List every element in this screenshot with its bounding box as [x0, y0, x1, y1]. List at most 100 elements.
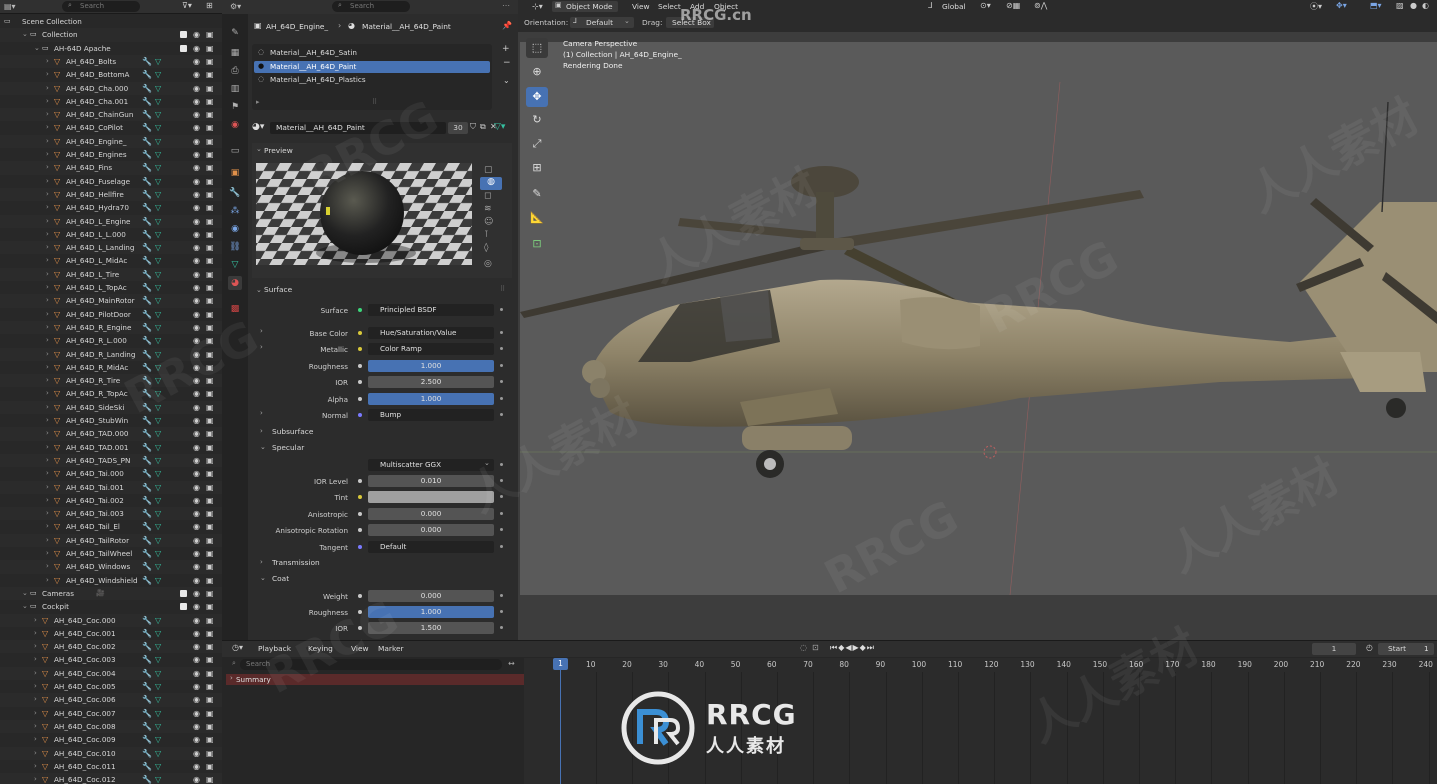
expand-arrow-icon[interactable]: › — [46, 441, 49, 454]
render-icon[interactable]: ▣ — [206, 640, 214, 653]
mesh-data-icon[interactable]: ▽ — [155, 228, 161, 241]
select-tool-icon[interactable]: ⬚ — [526, 38, 548, 58]
expand-arrow-icon[interactable]: › — [46, 228, 49, 241]
mesh-data-icon[interactable]: ▽ — [155, 520, 161, 533]
expand-arrow-icon[interactable]: › — [46, 121, 49, 134]
modifier-icon[interactable]: 🔧 — [142, 507, 152, 520]
menu-view[interactable]: View — [351, 644, 369, 653]
render-icon[interactable]: ▣ — [206, 241, 214, 254]
expand-arrow-icon[interactable]: › — [46, 414, 49, 427]
scene-tab-icon[interactable]: ⚑ — [228, 100, 242, 114]
expand-arrow-icon[interactable]: › — [46, 68, 49, 81]
expand-arrow-icon[interactable]: › — [34, 760, 37, 773]
render-icon[interactable]: ▣ — [206, 494, 214, 507]
render-icon[interactable]: ▣ — [206, 95, 214, 108]
render-icon[interactable]: ▣ — [206, 680, 214, 693]
mesh-data-icon[interactable]: ▽ — [155, 401, 161, 414]
outliner-row[interactable]: › ▽ AH_64D_L_Landing 🔧 ▽ ◉ ▣ — [0, 241, 222, 255]
expand-arrow-icon[interactable]: › — [46, 454, 49, 467]
transform-orientation-icon[interactable]: ⅃ — [928, 1, 932, 10]
outliner-row[interactable]: ⌄ ▭ Collection ◉ ▣ — [0, 28, 222, 42]
visibility-icon[interactable]: ◉ — [193, 387, 200, 400]
mesh-data-icon[interactable]: ▽ — [155, 707, 161, 720]
solid-shading-icon[interactable]: ● — [1410, 1, 1417, 10]
physics-tab-icon[interactable]: ◉ — [228, 222, 242, 236]
metallic-keyframe-icon[interactable] — [500, 347, 503, 350]
outliner-row[interactable]: › ▽ AH_64D_Coc.003 🔧 ▽ ◉ ▣ — [0, 653, 222, 666]
add-cube-tool-icon[interactable]: ⊡ — [526, 234, 548, 254]
modifier-icon[interactable]: 🔧 — [142, 733, 152, 746]
render-icon[interactable]: ▣ — [206, 387, 214, 400]
modifier-icon[interactable]: 🔧 — [142, 175, 152, 188]
visibility-icon[interactable]: ◉ — [193, 414, 200, 427]
mesh-data-icon[interactable]: ▽ — [155, 268, 161, 281]
mesh-data-icon[interactable]: ▽ — [155, 148, 161, 161]
visibility-icon[interactable]: ◉ — [193, 95, 200, 108]
expand-arrow-icon[interactable]: › — [46, 95, 49, 108]
coat-roughness-socket-icon[interactable] — [358, 610, 362, 614]
outliner-row[interactable]: › ▽ AH_64D_Hydra70 🔧 ▽ ◉ ▣ — [0, 201, 222, 214]
constraints-tab-icon[interactable]: ⛓ — [228, 240, 242, 254]
expand-arrow-icon[interactable]: › — [46, 201, 49, 214]
modifier-icon[interactable]: 🔧 — [142, 520, 152, 533]
coat-weight-keyframe-icon[interactable] — [500, 594, 503, 597]
render-icon[interactable]: ▣ — [206, 215, 214, 228]
modifier-icon[interactable]: 🔧 — [142, 441, 152, 454]
outliner-row[interactable]: › ▽ AH_64D_L_MidAc 🔧 ▽ ◉ ▣ — [0, 254, 222, 267]
timeline-search-input[interactable]: Search — [240, 659, 502, 670]
modifier-icon[interactable]: 🔧 — [142, 254, 152, 267]
expand-arrow-icon[interactable]: › — [46, 348, 49, 361]
transform-orientation-value[interactable]: Global — [942, 2, 966, 11]
modifier-icon[interactable]: 🔧 — [142, 747, 152, 760]
render-icon[interactable]: ▣ — [206, 707, 214, 720]
expand-arrow-icon[interactable]: › — [46, 387, 49, 400]
expand-arrow-icon[interactable]: › — [46, 215, 49, 228]
object-tab-icon[interactable]: ▣ — [228, 166, 242, 180]
visibility-icon[interactable]: ◉ — [193, 667, 200, 680]
coat-weight-socket-icon[interactable] — [358, 594, 362, 598]
ior-field[interactable]: 2.500 — [368, 376, 494, 388]
visibility-icon[interactable]: ◉ — [193, 720, 200, 733]
visibility-icon[interactable]: ◉ — [193, 175, 200, 188]
orientation-dropdown[interactable]: ⅃ Default ⌄ — [570, 17, 634, 28]
outliner-row[interactable]: › ▽ AH_64D_Coc.005 🔧 ▽ ◉ ▣ — [0, 680, 222, 693]
visibility-icon[interactable]: ◉ — [193, 294, 200, 307]
render-icon[interactable]: ▣ — [206, 414, 214, 427]
outliner-row[interactable]: › ▽ AH_64D_Tai.002 🔧 ▽ ◉ ▣ — [0, 494, 222, 507]
outliner-row[interactable]: › ▽ AH_64D_Hellfire 🔧 ▽ ◉ ▣ — [0, 187, 222, 202]
outliner-row[interactable]: › ▽ AH_64D_Coc.002 🔧 ▽ ◉ ▣ — [0, 640, 222, 654]
outliner-row[interactable]: › ▽ AH_64D_R_Landing 🔧 ▽ ◉ ▣ — [0, 347, 222, 361]
modifier-icon[interactable]: 🔧 — [142, 281, 152, 294]
outliner-row[interactable]: › ▽ AH_64D_CoPilot 🔧 ▽ ◉ ▣ — [0, 121, 222, 134]
render-icon[interactable]: ▣ — [206, 82, 214, 95]
mesh-data-icon[interactable]: ▽ — [155, 441, 161, 454]
coat-ior-socket-icon[interactable] — [358, 626, 362, 630]
remove-slot-button[interactable]: − — [503, 58, 511, 68]
modifier-icon[interactable]: 🔧 — [142, 334, 152, 347]
mesh-data-icon[interactable]: ▽ — [155, 640, 161, 653]
modifier-icon[interactable]: 🔧 — [142, 82, 152, 95]
modifier-icon[interactable]: 🔧 — [142, 467, 152, 480]
mesh-data-icon[interactable]: ▽ — [155, 760, 161, 773]
cloth-preview-icon[interactable]: ⊺ — [484, 230, 489, 240]
mesh-data-icon[interactable]: ▽ — [155, 321, 161, 334]
visibility-icon[interactable]: ⦿▾ — [1310, 1, 1322, 12]
outliner-row[interactable]: › ▽ AH_64D_Fuselage 🔧 ▽ ◉ ▣ — [0, 175, 222, 188]
expand-arrow-icon[interactable]: › — [46, 560, 49, 573]
visibility-icon[interactable]: ◉ — [193, 321, 200, 334]
collection-checkbox[interactable] — [180, 31, 187, 39]
visibility-icon[interactable]: ◉ — [193, 201, 200, 214]
move-tool-icon[interactable]: ✥ — [526, 87, 548, 107]
modifier-icon[interactable]: 🔧 — [142, 667, 152, 680]
outliner-row[interactable]: › ▽ AH_64D_Tai.000 🔧 ▽ ◉ ▣ — [0, 467, 222, 480]
record-icon[interactable]: ◌ — [800, 643, 807, 652]
mesh-data-icon[interactable]: ▽ — [155, 680, 161, 693]
visibility-icon[interactable]: ◉ — [193, 348, 200, 361]
mesh-data-icon[interactable]: ▽ — [155, 693, 161, 706]
visibility-icon[interactable]: ◉ — [193, 241, 200, 254]
ior-keyframe-icon[interactable] — [500, 380, 503, 383]
surface-shader-socket-icon[interactable] — [358, 308, 362, 312]
fake-user-icon[interactable]: ⛉ — [470, 122, 476, 132]
base-color-socket-icon[interactable] — [358, 331, 362, 335]
modifier-icon[interactable]: 🔧 — [142, 228, 152, 241]
